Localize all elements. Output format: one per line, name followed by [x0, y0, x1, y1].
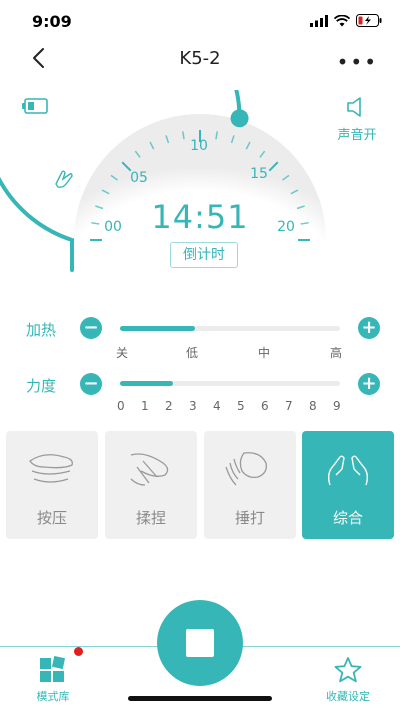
force-slider-track[interactable]	[120, 381, 340, 386]
dial-knob[interactable]	[230, 109, 249, 128]
force-level-label: 9	[333, 399, 341, 413]
hand-gesture-icon	[55, 170, 73, 188]
heat-slider-fill	[120, 326, 195, 331]
force-increase-button[interactable]: +	[358, 373, 380, 395]
heat-slider-track[interactable]	[120, 326, 340, 331]
knead-hand-icon	[130, 453, 169, 486]
mode-label: 捶打	[234, 509, 265, 527]
heat-level-label: 低	[186, 346, 199, 360]
force-level-label: 7	[285, 399, 293, 413]
mode-label: 按压	[36, 509, 67, 527]
grid-icon	[40, 656, 66, 682]
favorites-tab[interactable]: 收藏设定	[320, 656, 376, 704]
force-slider-fill	[120, 381, 173, 386]
force-level-label: 1	[141, 399, 149, 413]
star-icon	[334, 657, 362, 683]
dial-tick-label: 10	[190, 138, 208, 154]
force-level-label: 0	[117, 399, 125, 413]
heat-level-label: 关	[116, 346, 129, 360]
home-indicator	[128, 696, 272, 701]
wifi-icon	[334, 14, 350, 26]
mode-label: 综合	[332, 509, 363, 527]
notification-badge	[74, 647, 83, 656]
battery-status-icon	[356, 14, 382, 27]
dial-tick-label: 15	[250, 166, 268, 182]
heat-label: 加热	[26, 321, 57, 339]
mode-press[interactable]: 按压	[6, 431, 98, 539]
press-hand-icon	[29, 454, 73, 483]
mode-label: 揉捏	[135, 509, 166, 527]
favorites-label: 收藏设定	[326, 690, 370, 703]
mode-tap[interactable]: 捶打	[204, 431, 296, 539]
stop-icon	[186, 629, 214, 657]
force-level-label: 5	[237, 399, 245, 413]
force-level-label: 6	[261, 399, 269, 413]
mode-library-tab[interactable]: 模式库	[30, 656, 76, 704]
status-icons	[310, 14, 382, 27]
force-label: 力度	[26, 377, 57, 395]
heat-decrease-button[interactable]: −	[80, 317, 102, 339]
timer-readout: 14:51	[151, 198, 249, 236]
countdown-button[interactable]: 倒计时	[170, 242, 238, 268]
heat-level-label: 高	[330, 346, 343, 360]
force-level-label: 4	[213, 399, 221, 413]
force-level-label: 3	[189, 399, 197, 413]
signal-icon	[310, 14, 328, 27]
mode-combined[interactable]: 综合	[302, 431, 394, 539]
status-time: 9:09	[32, 12, 72, 31]
mode-library-label: 模式库	[36, 690, 70, 703]
dial-tick-label: 05	[130, 170, 148, 186]
combined-hands-icon	[327, 455, 369, 486]
force-level-label: 2	[165, 399, 173, 413]
tap-fist-icon	[225, 452, 267, 486]
force-level-label: 8	[309, 399, 317, 413]
heat-increase-button[interactable]: +	[358, 317, 380, 339]
force-decrease-button[interactable]: −	[80, 373, 102, 395]
mode-knead[interactable]: 揉捏	[105, 431, 197, 539]
heat-level-label: 中	[258, 346, 271, 360]
more-options-icon[interactable]: •••	[337, 50, 378, 74]
